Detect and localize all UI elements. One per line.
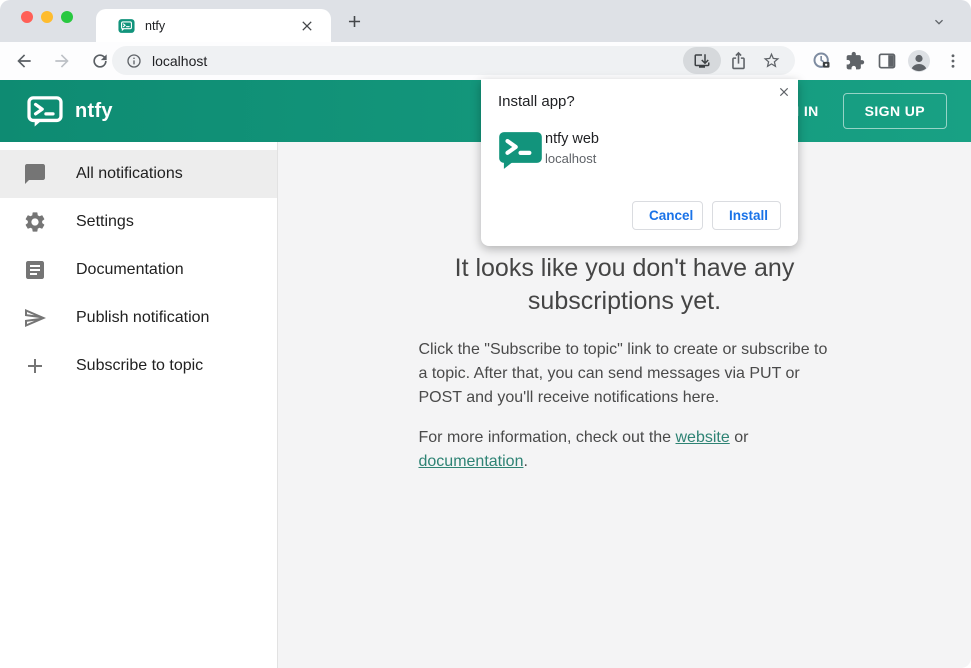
cancel-button[interactable]: Cancel	[632, 201, 703, 230]
sidebar-item-subscribe-to-topic[interactable]: Subscribe to topic	[0, 342, 277, 390]
browser-tab[interactable]: ntfy	[96, 9, 331, 42]
plus-icon	[28, 359, 42, 373]
close-icon[interactable]	[777, 85, 791, 99]
sidebar-item-label: Settings	[76, 213, 134, 230]
sidebar-item-label: Publish notification	[76, 309, 210, 326]
empty-state-more-info: For more information, check out the webs…	[419, 426, 831, 474]
dialog-origin: localhost	[545, 151, 597, 166]
more-info-suffix: .	[523, 453, 528, 470]
url-text[interactable]: localhost	[152, 53, 683, 69]
sidebar-item-documentation[interactable]: Documentation	[0, 246, 277, 294]
info-icon[interactable]	[126, 53, 142, 69]
install-app-dialog: Install app? ntfy web localhost Cancel I…	[481, 79, 798, 246]
dialog-app-name: ntfy web	[545, 131, 599, 147]
more-info-prefix: For more information, check out the	[418, 429, 676, 446]
maximize-window-button[interactable]	[61, 11, 73, 23]
address-bar[interactable]: localhost	[112, 46, 795, 75]
back-icon[interactable]	[14, 51, 34, 71]
documentation-link[interactable]: documentation	[419, 453, 524, 470]
empty-state-heading: It looks like you don't have any subscri…	[454, 254, 795, 315]
profile-avatar-icon[interactable]	[907, 49, 931, 73]
reload-icon[interactable]	[90, 51, 110, 71]
website-link[interactable]: website	[676, 429, 730, 446]
extensions-puzzle-icon[interactable]	[845, 51, 865, 71]
tab-strip: ntfy	[0, 0, 971, 42]
ntfy-logo-icon	[27, 95, 63, 127]
sidebar-item-publish-notification[interactable]: Publish notification	[0, 294, 277, 342]
app-title: ntfy	[75, 99, 113, 122]
install-button[interactable]: Install	[712, 201, 781, 230]
gear-icon	[25, 212, 45, 232]
sidebar-item-all-notifications[interactable]: All notifications	[0, 150, 277, 198]
ntfy-app-icon	[499, 132, 542, 169]
chat-icon	[25, 164, 45, 184]
sidebar-item-label: Subscribe to topic	[76, 357, 204, 374]
minimize-window-button[interactable]	[41, 11, 53, 23]
dialog-title: Install app?	[498, 93, 575, 110]
side-panel-icon[interactable]	[877, 51, 897, 71]
share-icon[interactable]	[729, 51, 748, 70]
tab-title: ntfy	[145, 18, 166, 33]
menu-dots-icon[interactable]	[944, 52, 962, 70]
empty-state-paragraph: Click the "Subscribe to topic" link to c…	[418, 341, 828, 406]
sidebar-item-label: All notifications	[76, 165, 183, 182]
close-window-button[interactable]	[21, 11, 33, 23]
password-manager-icon[interactable]	[812, 51, 832, 71]
ntfy-favicon-icon	[118, 18, 135, 33]
sidebar-item-label: Documentation	[76, 261, 184, 278]
new-tab-plus-icon[interactable]	[345, 12, 364, 31]
tab-search-chevron-icon[interactable]	[931, 14, 947, 30]
browser-window: ntfy localhost ntfy IN SIGN UP All notif…	[0, 0, 971, 668]
forward-icon[interactable]	[52, 51, 72, 71]
sidebar-item-settings[interactable]: Settings	[0, 198, 277, 246]
send-icon	[25, 309, 46, 327]
article-icon	[26, 261, 44, 279]
sidebar: All notifications Settings Documentation…	[0, 142, 278, 668]
more-info-middle: or	[729, 429, 749, 446]
bookmark-star-icon[interactable]	[762, 51, 781, 70]
sign-up-button[interactable]: SIGN UP	[842, 93, 947, 129]
tab-close-icon[interactable]	[299, 18, 315, 34]
install-app-icon[interactable]	[683, 47, 721, 74]
browser-toolbar: localhost	[0, 42, 971, 80]
